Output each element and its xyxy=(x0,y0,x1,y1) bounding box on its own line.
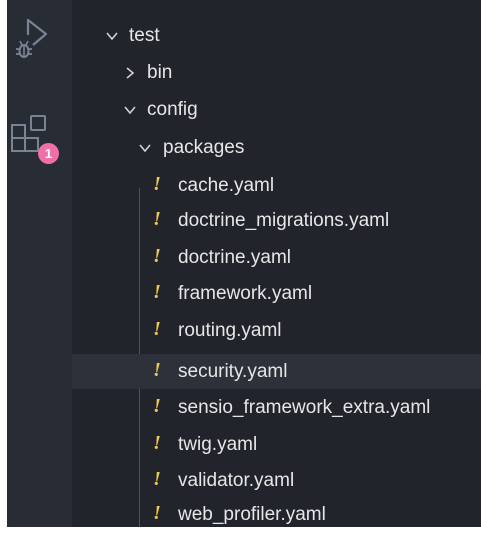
tree-folder-bin[interactable]: bin xyxy=(72,55,481,90)
yaml-icon: ! xyxy=(153,432,161,454)
tree-item-label: validator.yaml xyxy=(178,470,295,491)
yaml-icon: ! xyxy=(153,281,161,303)
tree-folder-packages[interactable]: packages xyxy=(72,130,481,165)
yaml-icon: ! xyxy=(153,395,161,417)
tree-item-label: web_profiler.yaml xyxy=(178,504,326,525)
tree-item-label: framework.yaml xyxy=(178,283,313,304)
tree-file-selected[interactable]: ! security.yaml xyxy=(72,354,481,389)
tree-item-label: cache.yaml xyxy=(178,175,275,196)
extensions-badge: 1 xyxy=(38,143,59,164)
activity-bar: 1 xyxy=(7,0,72,527)
tree-item-label: bin xyxy=(147,62,173,83)
tree-item-label: config xyxy=(147,99,198,120)
explorer-tree: test bin config packages ! cache.yaml ! … xyxy=(72,0,481,527)
tree-item-label: twig.yaml xyxy=(178,434,258,455)
tree-file[interactable]: ! validator.yaml xyxy=(72,463,481,498)
yaml-icon: ! xyxy=(153,359,161,381)
debug-run-icon xyxy=(16,18,48,58)
tree-file[interactable]: ! sensio_framework_extra.yaml xyxy=(72,390,481,425)
tree-item-label: doctrine.yaml xyxy=(178,247,291,268)
tree-file[interactable]: ! routing.yaml xyxy=(72,313,481,348)
tree-folder-config[interactable]: config xyxy=(72,92,481,127)
run-and-debug-button[interactable] xyxy=(7,10,72,70)
yaml-icon: ! xyxy=(153,502,161,524)
tree-item-label: test xyxy=(129,25,160,46)
yaml-icon: ! xyxy=(153,245,161,267)
yaml-icon: ! xyxy=(153,208,161,230)
tree-item-label: routing.yaml xyxy=(178,320,282,341)
tree-file[interactable]: ! doctrine.yaml xyxy=(72,240,481,275)
tree-item-label: doctrine_migrations.yaml xyxy=(178,210,390,231)
chevron-right-icon xyxy=(121,55,139,90)
tree-file[interactable]: ! cache.yaml xyxy=(72,168,481,203)
tree-folder-test[interactable]: test xyxy=(72,18,481,53)
tree-file[interactable]: ! framework.yaml xyxy=(72,276,481,311)
tree-item-label: security.yaml xyxy=(178,361,288,382)
tree-file[interactable]: ! web_profiler.yaml xyxy=(72,497,481,527)
yaml-icon: ! xyxy=(153,318,161,340)
yaml-icon: ! xyxy=(153,468,161,490)
chevron-down-icon xyxy=(103,18,121,53)
tree-item-label: packages xyxy=(163,137,245,158)
chevron-down-icon xyxy=(136,130,154,165)
tree-item-label: sensio_framework_extra.yaml xyxy=(178,397,431,418)
tree-file[interactable]: ! doctrine_migrations.yaml xyxy=(72,203,481,238)
chevron-down-icon xyxy=(121,92,139,127)
tree-file[interactable]: ! twig.yaml xyxy=(72,427,481,462)
vscode-window: 1 test bin config packages ! cache.yaml … xyxy=(7,0,481,527)
yaml-icon: ! xyxy=(153,173,161,195)
